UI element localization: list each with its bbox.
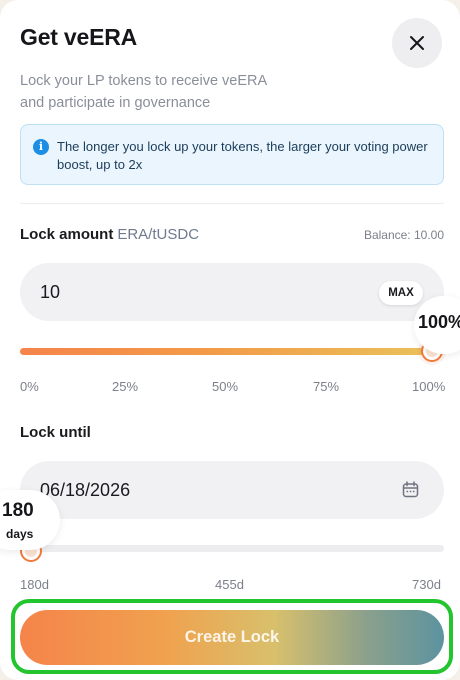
amount-tick-75: 75%: [313, 379, 340, 394]
modal-subtitle: Lock your LP tokens to receive veERA and…: [20, 70, 320, 114]
lock-amount-label: Lock amount ERA/tUSDC: [20, 226, 199, 243]
duration-tick-min: 180d: [20, 577, 49, 592]
days-unit: days: [6, 527, 34, 541]
amount-tick-25: 25%: [112, 379, 139, 394]
days-tooltip: 180 days: [0, 490, 60, 550]
close-button[interactable]: [392, 18, 442, 68]
section-divider: [20, 203, 444, 204]
days-value: 180: [2, 500, 34, 521]
percent-value: 100%: [418, 312, 460, 332]
modal-title: Get veERA: [20, 24, 138, 50]
amount-tick-50: 50%: [212, 379, 239, 394]
duration-tick-mid: 455d: [215, 577, 244, 592]
lock-amount-slider-track[interactable]: [20, 348, 444, 355]
lock-until-date-input[interactable]: [20, 461, 444, 519]
subtitle-line-2: and participate in governance: [20, 95, 211, 111]
info-text: The longer you lock up your tokens, the …: [57, 139, 428, 172]
max-button[interactable]: MAX: [379, 281, 423, 305]
amount-tick-100: 100%: [412, 379, 446, 394]
create-lock-button[interactable]: Create Lock: [20, 610, 444, 665]
lock-until-label: Lock until: [20, 424, 91, 441]
lp-pair-label: ERA/tUSDC: [117, 226, 200, 243]
voting-power-info-box: i The longer you lock up your tokens, th…: [20, 124, 444, 185]
get-veera-modal: Get veERA Lock your LP tokens to receive…: [0, 0, 460, 680]
subtitle-line-1: Lock your LP tokens to receive veERA: [20, 73, 268, 89]
lock-duration-slider-track[interactable]: [20, 545, 444, 552]
percent-tooltip: 100%: [414, 296, 460, 354]
info-icon: i: [33, 139, 49, 155]
lock-amount-title: Lock amount: [20, 226, 114, 243]
calendar-icon[interactable]: [402, 481, 419, 498]
duration-tick-max: 730d: [412, 577, 441, 592]
close-icon: [410, 36, 424, 50]
amount-tick-0: 0%: [20, 379, 39, 394]
balance-text: Balance: 10.00: [363, 228, 444, 242]
